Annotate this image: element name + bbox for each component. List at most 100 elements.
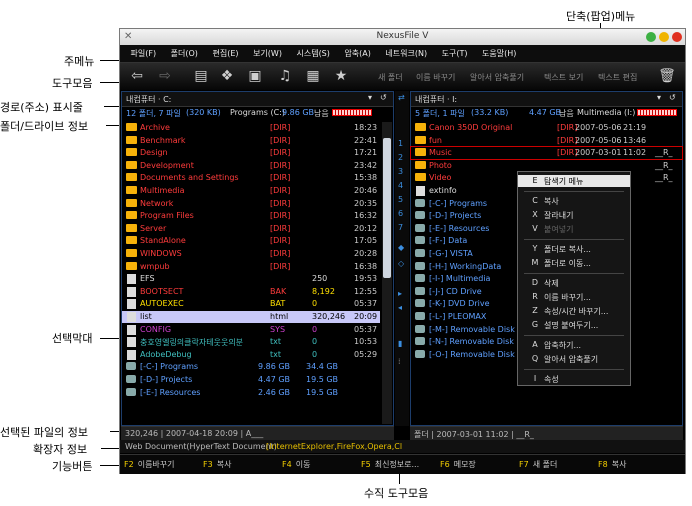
right-path-bar[interactable]: 내컴퓨터 · I: ▾ ↺ (411, 92, 682, 107)
left-scrollbar[interactable] (382, 122, 392, 424)
file-row[interactable]: Development [DIR] 23:42 (122, 160, 380, 172)
file-row[interactable]: Network [DIR] 20:35 (122, 198, 380, 210)
function-key-f5[interactable]: F5 최신정보로... (361, 459, 419, 470)
trash-icon[interactable]: 🗑 (658, 68, 676, 84)
diamond-icon[interactable]: ◆ (398, 243, 404, 252)
file-row[interactable]: AdobeDebug txt 0 05:29 (122, 349, 380, 361)
back-icon[interactable]: ⇦ (128, 68, 146, 84)
signal-icon[interactable]: ▮ (398, 339, 402, 348)
cards-icon[interactable]: ▣ (246, 68, 264, 84)
view-icon[interactable]: ▤ (192, 68, 210, 84)
menu-help[interactable]: 도움말(H) (476, 45, 522, 59)
ext-apps[interactable]: [InternetExplorer,FireFox,Opera,Cl (266, 442, 402, 451)
refresh-icon[interactable]: ↺ (380, 93, 387, 102)
function-key-f8[interactable]: F8 복사 (598, 459, 626, 470)
context-menu-item[interactable]: Q 알아서 압축풀기 (518, 353, 630, 365)
title-bar[interactable]: ✕ NexusFile V (120, 29, 685, 45)
context-menu-item[interactable]: V 붙여넣기 (518, 223, 630, 235)
context-menu-item[interactable]: G 설명 붙여두기... (518, 319, 630, 331)
file-row[interactable]: Music [DIR] 2007-03-01 11:02 __R_ (410, 146, 683, 161)
star-icon[interactable]: ★ (332, 68, 350, 84)
file-row[interactable]: BOOTSECT BAK 8,192 12:55 (122, 286, 380, 298)
toolbar-text-view[interactable]: 텍스트 보기 (544, 72, 583, 83)
grip-icon[interactable]: ⁞ (398, 357, 401, 366)
vtool-item-4[interactable]: 4 (398, 181, 403, 190)
file-row[interactable]: AUTOEXEC BAT 0 05:37 (122, 298, 380, 310)
file-row[interactable]: Photo __R_ (411, 160, 682, 172)
file-row[interactable]: CONFIG SYS 0 05:37 (122, 324, 380, 336)
function-key-f2[interactable]: F2 이름바꾸기 (124, 459, 175, 470)
dropdown-icon[interactable]: ▾ (368, 93, 372, 102)
file-row[interactable]: [-E-] Resources 2.46 GB 19.5 GB (122, 387, 380, 399)
file-row[interactable]: Multimedia [DIR] 20:46 (122, 185, 380, 197)
function-key-label: F6 (440, 460, 450, 469)
file-row[interactable]: Benchmark [DIR] 22:41 (122, 135, 380, 147)
menu-network[interactable]: 네트워크(N) (379, 45, 433, 59)
left-scroll-thumb[interactable] (383, 138, 391, 278)
context-menu-item[interactable]: M 폴더로 이동... (518, 257, 630, 269)
file-row[interactable]: Documents and Settings [DIR] 15:38 (122, 172, 380, 184)
arrow-left-icon[interactable]: ◂ (398, 303, 402, 312)
menu-view[interactable]: 보기(W) (247, 45, 288, 59)
right-refresh-icon[interactable]: ↺ (669, 93, 676, 102)
file-row[interactable]: Program Files [DIR] 16:32 (122, 210, 380, 222)
file-row[interactable]: wmpub [DIR] 16:38 (122, 261, 380, 273)
selection-bar[interactable]: list html 320,246 20:09 (122, 311, 380, 323)
menu-file[interactable]: 파일(F) (125, 45, 163, 59)
toolbar-extract[interactable]: 알아서 압축풀기 (470, 72, 524, 83)
film-icon[interactable]: ▦ (304, 68, 322, 84)
arrow-right-icon[interactable]: ▸ (398, 289, 402, 298)
context-menu-item[interactable]: A 압축하기... (518, 339, 630, 351)
context-menu-item[interactable]: Y 폴더로 복사... (518, 243, 630, 255)
file-row[interactable]: [-D-] Projects 4.47 GB 19.5 GB (122, 374, 380, 386)
vtool-item-3[interactable]: 3 (398, 167, 403, 176)
context-menu-item[interactable]: C 복사 (518, 195, 630, 207)
minimize-button[interactable] (646, 32, 656, 42)
context-menu-item[interactable]: I 속성 (518, 373, 630, 385)
file-row[interactable]: fun [DIR] 2007-05-06 13:46 (411, 135, 682, 147)
menu-edit[interactable]: 편집(E) (206, 45, 244, 59)
context-menu-item[interactable]: R 이름 바꾸기... (518, 291, 630, 303)
vtool-item-7[interactable]: 7 (398, 223, 403, 232)
close-button[interactable] (672, 32, 682, 42)
forward-icon[interactable]: ⇨ (156, 68, 174, 84)
file-row[interactable]: [-C-] Programs 9.86 GB 34.4 GB (122, 361, 380, 373)
diamond-outline-icon[interactable]: ◇ (398, 259, 404, 268)
right-dropdown-icon[interactable]: ▾ (657, 93, 661, 102)
file-row[interactable]: StandAlone [DIR] 17:05 (122, 235, 380, 247)
context-menu-item[interactable]: Z 속성/시간 바꾸기... (518, 305, 630, 317)
file-name: Network (140, 198, 174, 208)
menu-folder[interactable]: 폴더(O) (165, 45, 204, 59)
file-row[interactable]: 충호영엘링의클락자테웃웃의분 txt 0 10:53 (122, 336, 380, 348)
vtool-item-2[interactable]: 2 (398, 153, 403, 162)
file-row[interactable]: Server [DIR] 20:12 (122, 223, 380, 235)
file-time: 17:05 (354, 236, 378, 246)
function-key-f3[interactable]: F3 복사 (203, 459, 231, 470)
vtool-item-5[interactable]: 5 (398, 195, 403, 204)
function-key-f4[interactable]: F4 이동 (282, 459, 310, 470)
music-icon[interactable]: ♫ (276, 68, 294, 84)
menu-system[interactable]: 시스템(S) (290, 45, 335, 59)
file-row[interactable]: Canon 350D Original [DIR] 2007-05-06 21:19 (411, 122, 682, 134)
toolbar-rename[interactable]: 이름 바꾸기 (416, 72, 455, 83)
file-row[interactable]: EFS 250 19:53 (122, 273, 380, 285)
file-row[interactable]: Archive [DIR] 18:23 (122, 122, 380, 134)
vtool-item-6[interactable]: 6 (398, 209, 403, 218)
swap-panes-icon[interactable]: ⇄ (398, 93, 405, 102)
function-key-f6[interactable]: F6 메모장 (440, 459, 476, 470)
file-row[interactable]: Design [DIR] 17:21 (122, 147, 380, 159)
file-date: 2007-05-06 (575, 135, 622, 145)
vtool-item-1[interactable]: 1 (398, 139, 403, 148)
toolbar-new-folder[interactable]: 새 폴더 (378, 72, 403, 83)
left-path-bar[interactable]: 내컴퓨터 · C: ▾ ↺ (122, 92, 393, 107)
menu-compress[interactable]: 압축(A) (338, 45, 376, 59)
menu-tools[interactable]: 도구(T) (436, 45, 474, 59)
context-menu-item[interactable]: D 삭제 (518, 277, 630, 289)
toolbar-text-edit[interactable]: 텍스트 편집 (598, 72, 637, 83)
file-row[interactable]: WINDOWS [DIR] 20:28 (122, 248, 380, 260)
function-key-f7[interactable]: F7 새 폴더 (519, 459, 557, 470)
context-menu-item[interactable]: E 탐색기 메뉴 (518, 175, 630, 187)
context-menu-item[interactable]: X 잘라내기 (518, 209, 630, 221)
image-icon[interactable]: ❖ (218, 68, 236, 84)
maximize-button[interactable] (659, 32, 669, 42)
